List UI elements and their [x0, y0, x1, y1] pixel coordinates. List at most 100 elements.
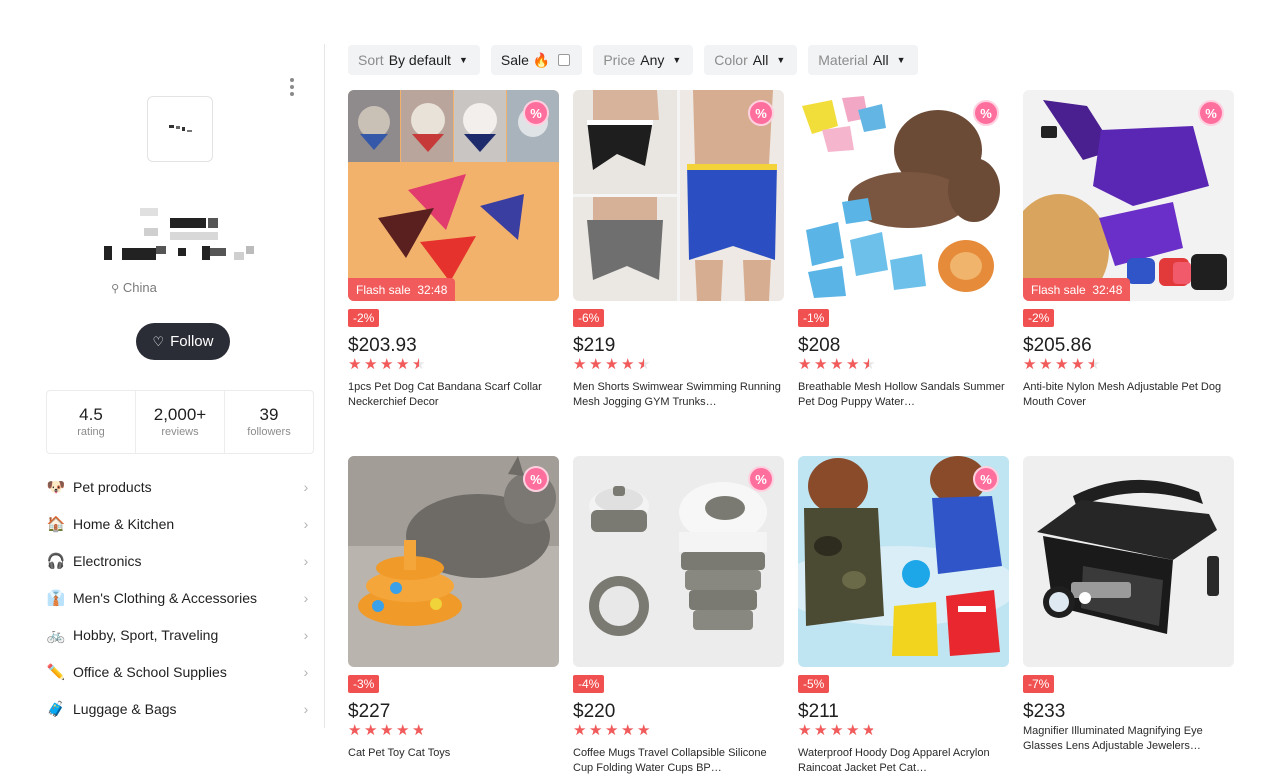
price-dropdown[interactable]: Price Any ▼: [593, 45, 694, 75]
product-title[interactable]: Anti-bite Nylon Mesh Adjustable Pet Dog …: [1023, 380, 1234, 410]
star-icon: ★ ★: [348, 722, 362, 739]
color-dropdown[interactable]: Color All ▼: [704, 45, 798, 75]
filter-key: Material: [818, 52, 869, 68]
product-image-bandana[interactable]: % Flash sale 32:48: [348, 90, 559, 301]
product-card[interactable]: % Flash sale 32:48 -2% $203.93 ★ ★ ★ ★ ★ ★ ★ ★ ★…: [348, 90, 559, 425]
discount-badge: -3%: [348, 675, 380, 693]
category-label: Men's Clothing & Accessories: [73, 589, 257, 606]
star-icon: ★ ★: [798, 356, 812, 373]
category-item-home-kitchen[interactable]: 🏠 Home & Kitchen ›: [46, 505, 314, 542]
chevron-right-icon: ›: [303, 663, 309, 680]
stat-label: rating: [77, 426, 105, 438]
category-item-electronics[interactable]: 🎧 Electronics ›: [46, 542, 314, 579]
star-icon: ★ ★: [348, 356, 362, 373]
product-image-head-magnifier[interactable]: [1023, 456, 1234, 667]
chevron-right-icon: ›: [303, 478, 309, 495]
product-card[interactable]: % -6% $219 ★ ★ ★ ★ ★ ★ ★ ★ ★ ★ Men Shorts Swimwea…: [573, 90, 784, 425]
discount-badge: -6%: [573, 309, 605, 327]
star-icon: ★ ★: [364, 356, 378, 373]
star-rating: ★ ★ ★ ★ ★ ★ ★ ★ ★ ★: [798, 356, 876, 374]
percent-icon: %: [748, 466, 774, 492]
product-image-shorts[interactable]: %: [573, 90, 784, 301]
chevron-right-icon: ›: [303, 515, 309, 532]
filter-value: Sale: [500, 52, 529, 68]
star-icon: ★ ★: [1055, 356, 1069, 373]
chevron-down-icon: ▼: [776, 55, 786, 65]
stat-value: 4.5: [79, 405, 103, 424]
sort-dropdown[interactable]: Sort By default ▼: [348, 45, 480, 75]
product-price: $219: [573, 335, 616, 356]
product-title[interactable]: Waterproof Hoody Dog Apparel Acrylon Rai…: [798, 746, 1009, 776]
category-item-mens-clothing[interactable]: 👔 Men's Clothing & Accessories ›: [46, 579, 314, 616]
chevron-right-icon: ›: [303, 589, 309, 606]
product-card[interactable]: -7% $233 Magnifier Illuminated Magnifyin…: [1023, 456, 1234, 779]
suit-icon: 👔: [46, 589, 66, 607]
product-title[interactable]: Men Shorts Swimwear Swimming Running Mes…: [573, 380, 784, 410]
more-options-icon[interactable]: [286, 78, 298, 96]
chevron-down-icon: ▼: [896, 55, 906, 65]
discount-badge: -5%: [798, 675, 830, 693]
percent-icon: %: [973, 100, 999, 126]
product-card[interactable]: % -3% $227 ★ ★ ★ ★ ★ ★ ★ ★ ★ ★ Cat Pet Toy Cat To…: [348, 456, 559, 779]
product-image-dog-sandals[interactable]: %: [798, 90, 1009, 301]
follow-button[interactable]: ♡ Follow: [136, 323, 230, 360]
star-rating: ★ ★ ★ ★ ★ ★ ★ ★ ★ ★: [798, 722, 876, 740]
star-icon: ★ ★: [573, 722, 587, 739]
category-label: Home & Kitchen: [73, 515, 175, 532]
category-label: Luggage & Bags: [73, 700, 177, 717]
category-item-hobby-sport[interactable]: 🚲 Hobby, Sport, Traveling ›: [46, 616, 314, 653]
star-icon: ★ ★: [637, 356, 651, 373]
product-title[interactable]: Coffee Mugs Travel Collapsible Silicone …: [573, 746, 784, 776]
star-icon: ★ ★: [589, 356, 603, 373]
store-stats: 4.5 rating 2,000+ reviews 39 followers: [46, 390, 314, 454]
star-icon: ★ ★: [637, 722, 651, 739]
star-icon: ★ ★: [814, 356, 828, 373]
dog-icon: 🐶: [46, 478, 66, 496]
star-icon: ★ ★: [1087, 356, 1101, 373]
star-icon: ★ ★: [1023, 356, 1037, 373]
product-title[interactable]: Breathable Mesh Hollow Sandals Summer Pe…: [798, 380, 1009, 410]
product-image-collapsible-cups[interactable]: %: [573, 456, 784, 667]
filter-key: Sort: [358, 52, 384, 68]
product-card[interactable]: % -5% $211 ★ ★ ★ ★ ★ ★ ★ ★ ★ ★ Waterproof Hoody D…: [798, 456, 1009, 779]
star-icon: ★ ★: [814, 722, 828, 739]
category-item-pet-products[interactable]: 🐶 Pet products ›: [46, 468, 314, 505]
product-image-dog-raincoat[interactable]: %: [798, 456, 1009, 667]
product-image-cat-toy[interactable]: %: [348, 456, 559, 667]
chevron-right-icon: ›: [303, 626, 309, 643]
star-icon: ★ ★: [396, 356, 410, 373]
material-dropdown[interactable]: Material All ▼: [808, 45, 918, 75]
star-icon: ★ ★: [380, 356, 394, 373]
product-image-dog-muzzle[interactable]: % Flash sale 32:48: [1023, 90, 1234, 301]
product-price: $208: [798, 335, 841, 356]
sale-toggle[interactable]: Sale 🔥: [490, 45, 583, 75]
product-title[interactable]: 1pcs Pet Dog Cat Bandana Scarf Collar Ne…: [348, 380, 559, 410]
star-rating: ★ ★ ★ ★ ★ ★ ★ ★ ★ ★: [573, 356, 651, 374]
house-icon: 🏠: [46, 515, 66, 533]
filter-value: Any: [640, 52, 665, 68]
product-title[interactable]: Cat Pet Toy Cat Toys: [348, 746, 559, 761]
category-item-luggage-bags[interactable]: 🧳 Luggage & Bags ›: [46, 690, 314, 727]
sidebar-divider: [324, 44, 325, 728]
product-title[interactable]: Magnifier Illuminated Magnifying Eye Gla…: [1023, 724, 1234, 754]
suitcase-icon: 🧳: [46, 700, 66, 718]
sale-checkbox[interactable]: [558, 54, 571, 66]
filter-key: Color: [714, 52, 748, 68]
chevron-down-icon: ▼: [458, 55, 468, 65]
product-price: $203.93: [348, 335, 417, 356]
star-icon: ★ ★: [798, 722, 812, 739]
bicycle-icon: 🚲: [46, 626, 66, 644]
product-card[interactable]: % -1% $208 ★ ★ ★ ★ ★ ★ ★ ★ ★ ★ Breathable Mesh Ho…: [798, 90, 1009, 425]
product-card[interactable]: % -4% $220 ★ ★ ★ ★ ★ ★ ★ ★ ★ ★ Coffee Mugs Travel…: [573, 456, 784, 779]
stat-followers: 39 followers: [225, 391, 313, 453]
fire-icon: 🔥: [532, 51, 551, 68]
star-icon: ★ ★: [830, 722, 844, 739]
star-icon: ★ ★: [364, 722, 378, 739]
product-card[interactable]: % Flash sale 32:48 -2% $205.86 ★ ★ ★ ★ ★ ★ ★ ★ ★…: [1023, 90, 1234, 425]
star-icon: ★ ★: [412, 356, 426, 373]
category-label: Electronics: [73, 552, 142, 569]
category-item-office-school[interactable]: ✏️ Office & School Supplies ›: [46, 653, 314, 690]
flash-sale-label: Flash sale 32:48: [1023, 278, 1131, 301]
star-icon: ★ ★: [621, 356, 635, 373]
stat-reviews[interactable]: 2,000+ reviews: [136, 391, 225, 453]
